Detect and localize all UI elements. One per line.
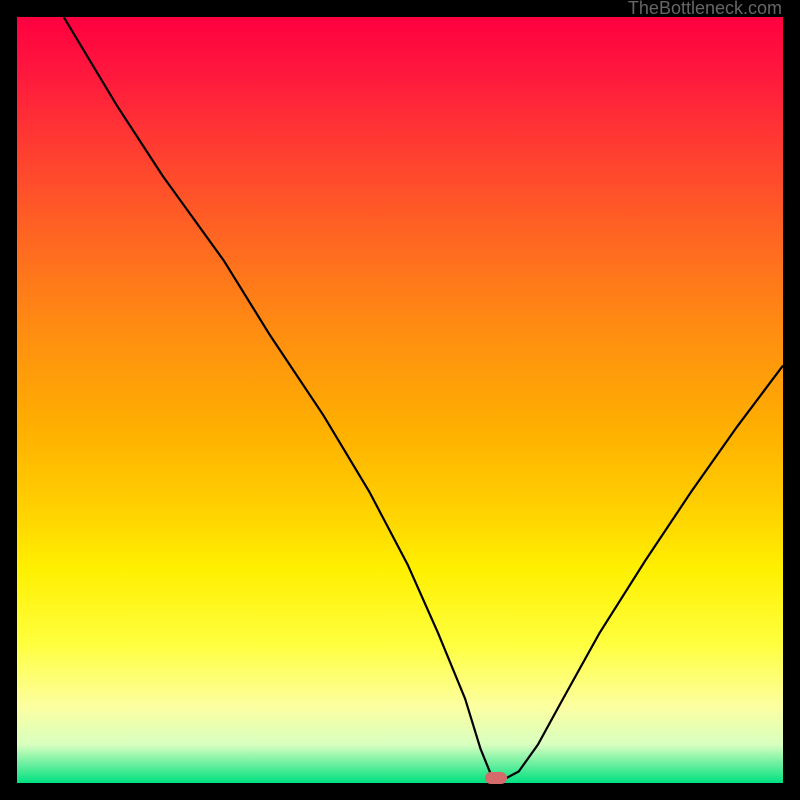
optimal-point-marker: [485, 772, 507, 784]
chart-plot-area: [17, 17, 783, 783]
bottleneck-curve: [17, 17, 783, 783]
